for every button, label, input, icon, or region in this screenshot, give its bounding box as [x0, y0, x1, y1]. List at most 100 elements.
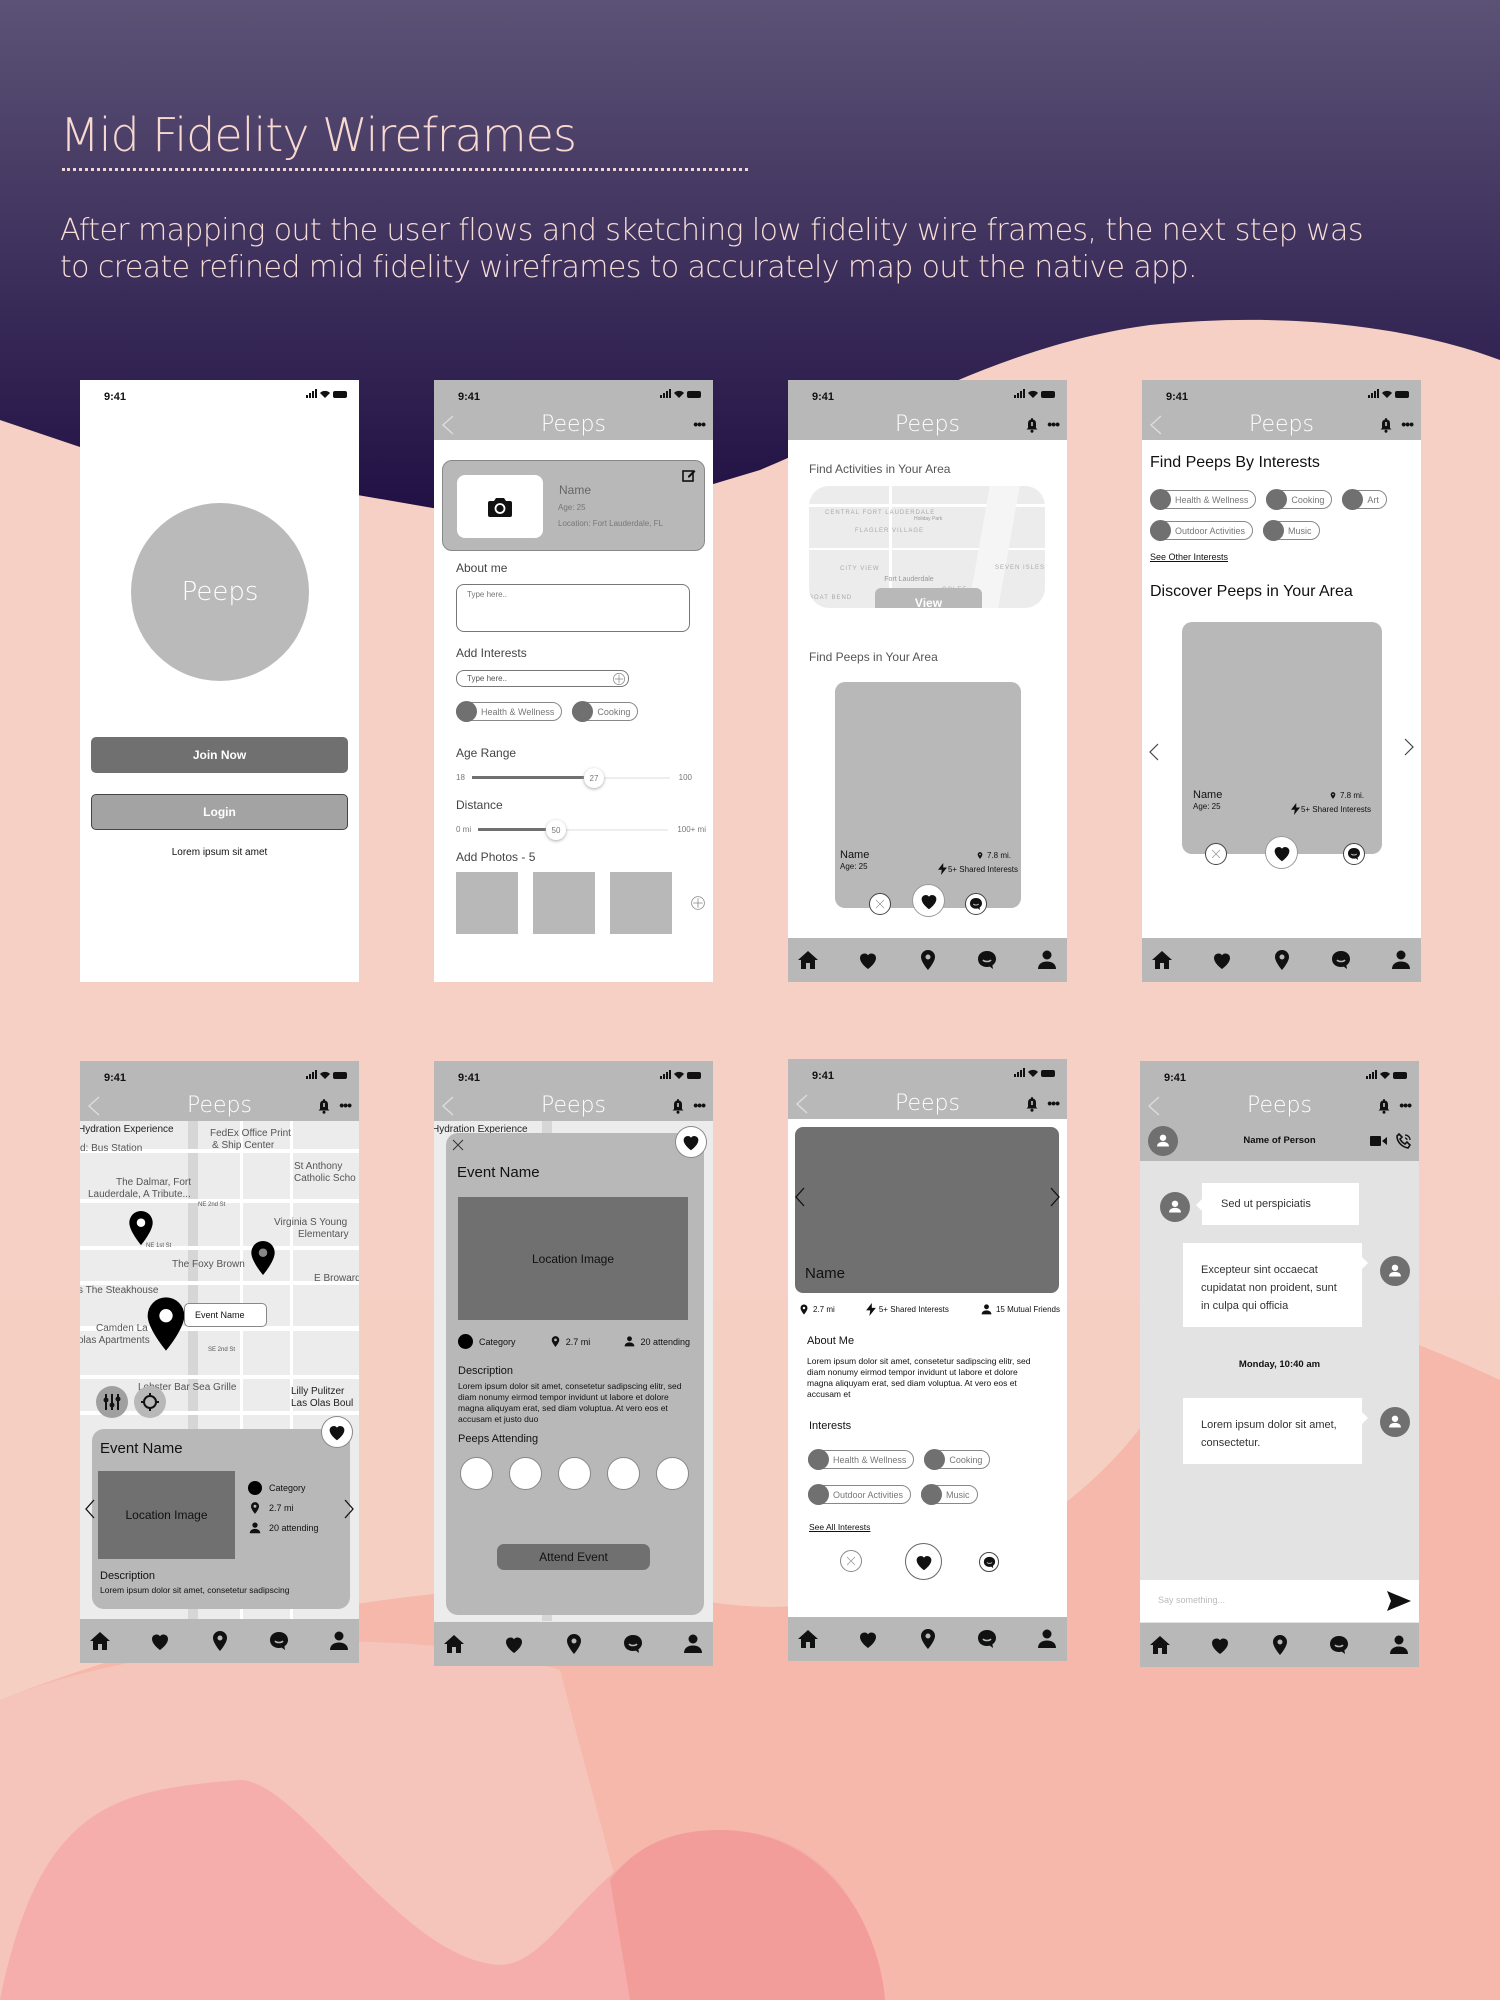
photo-prev-icon[interactable]: [794, 1187, 806, 1207]
person-card[interactable]: Name Age: 25 7.8 mi. 5+ Shared Interests: [835, 682, 1021, 908]
attendee-avatar[interactable]: [607, 1457, 640, 1490]
add-photo-icon[interactable]: [690, 895, 706, 911]
photo-upload[interactable]: [457, 475, 543, 538]
message-button[interactable]: [1343, 843, 1365, 865]
view-map-button[interactable]: View: [875, 588, 982, 608]
more-icon[interactable]: •••: [1401, 416, 1414, 432]
tab-chat-icon[interactable]: [975, 1627, 999, 1651]
attendee-avatar[interactable]: [656, 1457, 689, 1490]
interest-chip[interactable]: Music: [1263, 520, 1320, 541]
message-input[interactable]: Say something...: [1158, 1595, 1225, 1605]
join-now-button[interactable]: Join Now: [91, 737, 348, 773]
tab-favorites-icon[interactable]: [856, 1627, 880, 1651]
tab-profile-icon[interactable]: [1035, 1627, 1059, 1651]
interest-chip[interactable]: Health & Wellness: [808, 1449, 915, 1470]
login-button[interactable]: Login: [91, 794, 348, 830]
event-card[interactable]: Event Name Location Image Category 2.7 m…: [92, 1429, 350, 1609]
tab-chat-icon[interactable]: [975, 948, 999, 972]
photo-next-icon[interactable]: [1049, 1187, 1061, 1207]
carousel-prev-icon[interactable]: [1148, 743, 1160, 761]
see-all-interests-link[interactable]: See All Interests: [809, 1522, 870, 1532]
interest-chip[interactable]: Health & Wellness: [1150, 489, 1257, 510]
slider-thumb[interactable]: 50: [546, 820, 566, 840]
person-card[interactable]: Name Age: 25 7.8 mi. 5+ Shared Interests: [1182, 622, 1382, 854]
tab-home-icon[interactable]: [1150, 948, 1174, 972]
see-other-interests-link[interactable]: See Other Interests: [1150, 552, 1228, 562]
like-button[interactable]: [905, 1543, 942, 1580]
tab-favorites-icon[interactable]: [502, 1632, 526, 1656]
interest-chip[interactable]: Outdoor Activities: [1150, 520, 1254, 541]
tab-location-icon[interactable]: [1268, 1633, 1292, 1657]
attendee-avatar[interactable]: [558, 1457, 591, 1490]
tab-profile-icon[interactable]: [1387, 1633, 1411, 1657]
interest-chip[interactable]: Health & Wellness: [456, 701, 563, 722]
interest-chip[interactable]: Outdoor Activities: [808, 1484, 912, 1505]
like-button[interactable]: [913, 885, 944, 916]
interest-chip[interactable]: Art: [1342, 489, 1387, 510]
map-pin-icon[interactable]: [128, 1211, 154, 1245]
slider-thumb[interactable]: 27: [584, 768, 604, 788]
tab-home-icon[interactable]: [442, 1632, 466, 1656]
distance-slider[interactable]: 0 mi 50 100+ mi: [456, 820, 706, 840]
tab-location-icon[interactable]: [1270, 948, 1294, 972]
video-call-icon[interactable]: [1370, 1135, 1387, 1147]
tab-favorites-icon[interactable]: [1210, 948, 1234, 972]
bell-icon[interactable]: [671, 1098, 685, 1114]
interest-chip[interactable]: Cooking: [572, 701, 639, 722]
photo-slot[interactable]: [610, 872, 672, 934]
dismiss-button[interactable]: [840, 1550, 862, 1572]
favorite-event-button[interactable]: [322, 1417, 352, 1447]
photo-slot[interactable]: [533, 872, 595, 934]
interest-chip[interactable]: Cooking: [924, 1449, 991, 1470]
interest-chip[interactable]: Cooking: [1266, 489, 1333, 510]
more-icon[interactable]: •••: [693, 1097, 706, 1113]
interest-chip[interactable]: Music: [921, 1484, 978, 1505]
tab-location-icon[interactable]: [916, 948, 940, 972]
edit-icon[interactable]: [682, 468, 696, 482]
message-button[interactable]: [979, 1552, 999, 1572]
attendee-avatar[interactable]: [509, 1457, 542, 1490]
message-button[interactable]: [965, 893, 987, 915]
tab-location-icon[interactable]: [208, 1629, 232, 1653]
dismiss-button[interactable]: [869, 893, 891, 915]
tab-home-icon[interactable]: [796, 948, 820, 972]
tab-location-icon[interactable]: [916, 1627, 940, 1651]
tab-favorites-icon[interactable]: [148, 1629, 172, 1653]
tab-home-icon[interactable]: [796, 1627, 820, 1651]
bell-icon[interactable]: [1377, 1098, 1391, 1114]
tab-chat-icon[interactable]: [267, 1629, 291, 1653]
bell-icon[interactable]: [1025, 417, 1039, 433]
attendee-avatar[interactable]: [460, 1457, 493, 1490]
tab-chat-icon[interactable]: [1327, 1633, 1351, 1657]
tab-chat-icon[interactable]: [1329, 948, 1353, 972]
tab-location-icon[interactable]: [562, 1632, 586, 1656]
tab-favorites-icon[interactable]: [1208, 1633, 1232, 1657]
attend-event-button[interactable]: Attend Event: [497, 1544, 650, 1570]
card-next-icon[interactable]: [343, 1499, 355, 1519]
more-icon[interactable]: •••: [1047, 416, 1060, 432]
interests-input[interactable]: Type here..: [456, 670, 629, 687]
map-pin-selected-icon[interactable]: [146, 1296, 186, 1352]
map-pin-icon[interactable]: [250, 1241, 276, 1275]
tab-chat-icon[interactable]: [621, 1632, 645, 1656]
tab-profile-icon[interactable]: [1389, 948, 1413, 972]
carousel-next-icon[interactable]: [1403, 738, 1415, 756]
like-button[interactable]: [1266, 837, 1297, 868]
phone-call-icon[interactable]: [1396, 1133, 1412, 1149]
tab-profile-icon[interactable]: [681, 1632, 705, 1656]
photo-slot[interactable]: [456, 872, 518, 934]
more-icon[interactable]: •••: [1047, 1095, 1060, 1111]
about-input[interactable]: Type here..: [456, 584, 690, 632]
bell-icon[interactable]: [1025, 1096, 1039, 1112]
tab-favorites-icon[interactable]: [856, 948, 880, 972]
more-icon[interactable]: •••: [693, 416, 706, 432]
favorite-event-button[interactable]: [676, 1127, 706, 1157]
tab-profile-icon[interactable]: [327, 1629, 351, 1653]
locate-button[interactable]: [134, 1386, 166, 1418]
age-range-slider[interactable]: 18 27 100: [456, 768, 696, 788]
card-prev-icon[interactable]: [84, 1499, 96, 1519]
close-icon[interactable]: [451, 1138, 465, 1152]
tab-home-icon[interactable]: [1148, 1633, 1172, 1657]
more-icon[interactable]: •••: [1399, 1097, 1412, 1113]
add-interest-icon[interactable]: [612, 672, 626, 686]
